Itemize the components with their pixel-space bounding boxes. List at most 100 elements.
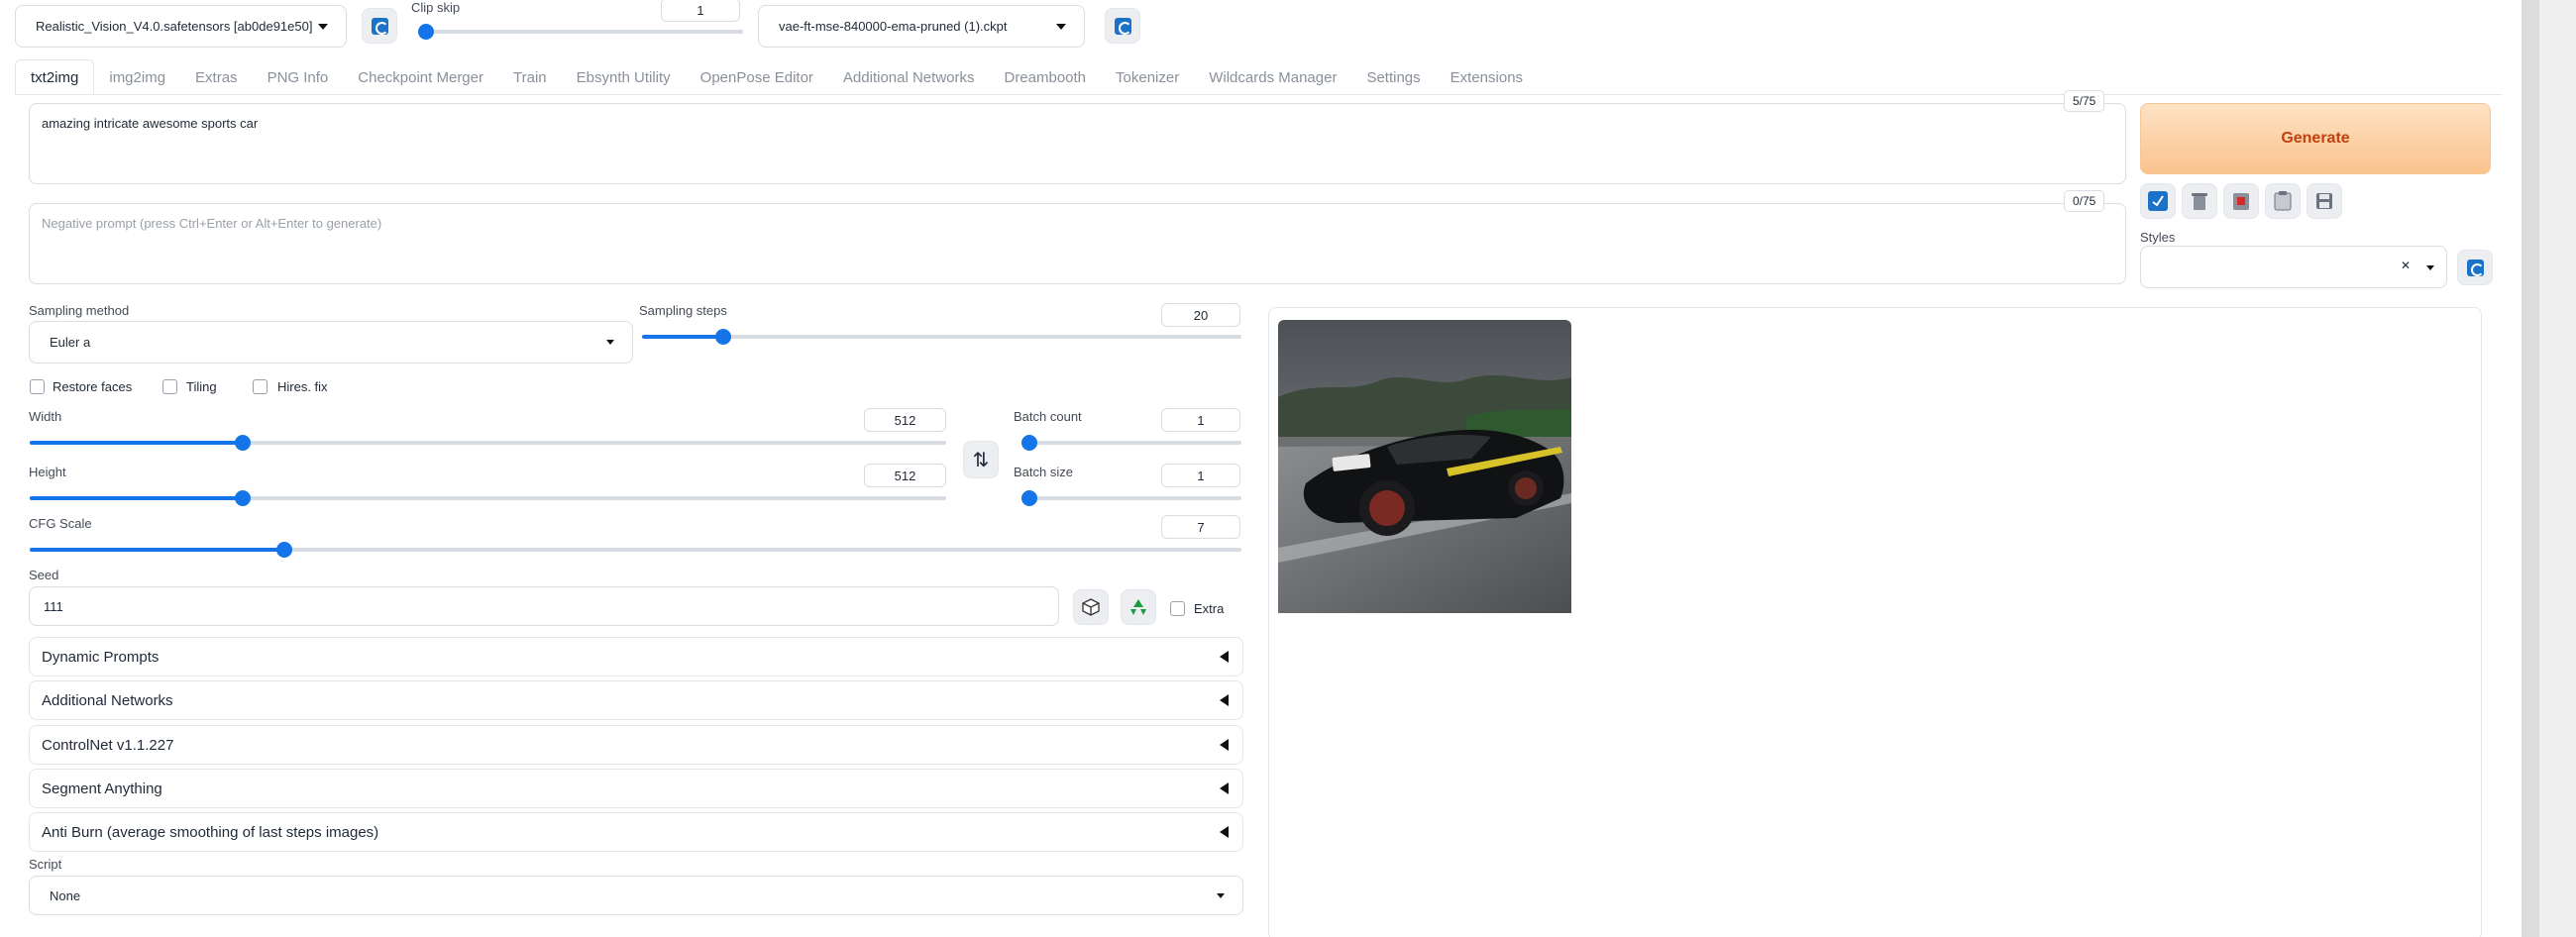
accordion-controlnet[interactable]: ControlNet v1.1.227 bbox=[29, 725, 1243, 765]
sampling-steps-input[interactable]: 20 bbox=[1161, 303, 1240, 327]
page-scrollbar[interactable] bbox=[2522, 0, 2539, 937]
script-dropdown[interactable]: None bbox=[29, 876, 1243, 915]
accordion-label: Anti Burn (average smoothing of last ste… bbox=[42, 823, 379, 841]
tab-tokenizer[interactable]: Tokenizer bbox=[1101, 59, 1194, 95]
prompt-text: amazing intricate awesome sports car bbox=[42, 116, 259, 131]
tab-extras[interactable]: Extras bbox=[180, 59, 253, 95]
tab-checkpoint-merger[interactable]: Checkpoint Merger bbox=[343, 59, 498, 95]
collapse-triangle-icon bbox=[1220, 694, 1229, 706]
main-tabs: txt2img img2img Extras PNG Info Checkpoint M… bbox=[15, 59, 1538, 95]
style-clipboard-icon bbox=[2233, 193, 2249, 210]
clip-skip-slider-thumb[interactable] bbox=[418, 24, 434, 40]
checkpoint-dropdown[interactable]: Realistic_Vision_V4.0.safetensors [ab0de… bbox=[15, 5, 347, 48]
seed-input[interactable]: 111 bbox=[29, 586, 1059, 626]
vae-dropdown[interactable]: vae-ft-mse-840000-ema-pruned (1).ckpt bbox=[758, 5, 1085, 48]
tab-img2img[interactable]: img2img bbox=[94, 59, 180, 95]
show-extra-networks-button[interactable] bbox=[2140, 183, 2176, 219]
tiling-checkbox[interactable] bbox=[162, 379, 177, 394]
collapse-triangle-icon bbox=[1220, 651, 1229, 663]
accordion-additional-networks[interactable]: Additional Networks bbox=[29, 680, 1243, 720]
tab-wildcards-manager[interactable]: Wildcards Manager bbox=[1194, 59, 1351, 95]
output-gallery bbox=[1268, 307, 2482, 937]
refresh-icon bbox=[2466, 259, 2484, 276]
reuse-seed-button[interactable] bbox=[1121, 589, 1156, 625]
dice-icon bbox=[1082, 598, 1100, 616]
sampling-method-value: Euler a bbox=[50, 335, 91, 350]
batch-size-slider[interactable] bbox=[1021, 490, 1241, 506]
checkpoint-value: Realistic_Vision_V4.0.safetensors [ab0de… bbox=[36, 19, 313, 34]
tab-additional-networks[interactable]: Additional Networks bbox=[828, 59, 990, 95]
clip-skip-input[interactable]: 1 bbox=[661, 0, 740, 22]
clip-skip-slider[interactable] bbox=[418, 24, 743, 40]
tab-settings[interactable]: Settings bbox=[1351, 59, 1435, 95]
clear-prompt-button[interactable] bbox=[2182, 183, 2217, 219]
sampling-steps-slider-thumb[interactable] bbox=[714, 329, 731, 345]
negative-prompt-token-counter: 0/75 bbox=[2064, 190, 2105, 212]
batch-size-slider-thumb[interactable] bbox=[1021, 490, 1037, 506]
tab-png-info[interactable]: PNG Info bbox=[253, 59, 344, 95]
width-slider-thumb[interactable] bbox=[234, 435, 251, 451]
cfg-scale-slider-thumb[interactable] bbox=[275, 542, 292, 558]
clip-skip-label: Clip skip bbox=[411, 0, 461, 15]
apply-style-button[interactable] bbox=[2223, 183, 2259, 219]
height-input[interactable]: 512 bbox=[864, 464, 946, 487]
seed-label: Seed bbox=[29, 568, 59, 582]
width-input[interactable]: 512 bbox=[864, 408, 946, 432]
prompt-input[interactable]: amazing intricate awesome sports car bbox=[29, 103, 2126, 184]
collapse-triangle-icon bbox=[1220, 782, 1229, 794]
sampling-method-dropdown[interactable]: Euler a bbox=[29, 321, 633, 364]
height-slider-thumb[interactable] bbox=[234, 490, 251, 506]
refresh-styles-button[interactable] bbox=[2457, 250, 2493, 285]
batch-size-label: Batch size bbox=[1014, 465, 1073, 479]
accordion-dynamic-prompts[interactable]: Dynamic Prompts bbox=[29, 637, 1243, 677]
hires-fix-checkbox[interactable] bbox=[253, 379, 268, 394]
refresh-checkpoints-button[interactable] bbox=[362, 8, 397, 44]
recycle-icon bbox=[1130, 599, 1146, 615]
height-slider[interactable] bbox=[30, 490, 946, 506]
batch-size-input[interactable]: 1 bbox=[1161, 464, 1240, 487]
sampling-steps-slider[interactable] bbox=[642, 329, 1241, 345]
batch-count-slider[interactable] bbox=[1021, 435, 1241, 451]
restore-faces-checkbox[interactable] bbox=[30, 379, 45, 394]
tab-extensions[interactable]: Extensions bbox=[1436, 59, 1538, 95]
generated-image[interactable] bbox=[1278, 320, 1571, 613]
swap-dimensions-button[interactable]: ⇅ bbox=[963, 441, 999, 478]
seed-extra-checkbox[interactable] bbox=[1170, 601, 1185, 616]
negative-prompt-input[interactable]: Negative prompt (press Ctrl+Enter or Alt… bbox=[29, 203, 2126, 284]
chevron-down-icon bbox=[1217, 893, 1225, 898]
prompt-token-counter: 5/75 bbox=[2064, 90, 2105, 112]
clear-styles-icon[interactable]: ✕ bbox=[2401, 259, 2411, 272]
collapse-triangle-icon bbox=[1220, 826, 1229, 838]
width-slider[interactable] bbox=[30, 435, 946, 451]
script-value: None bbox=[50, 887, 81, 903]
cfg-scale-slider[interactable] bbox=[30, 542, 1241, 558]
seed-value: 111 bbox=[44, 598, 63, 614]
save-style-button[interactable] bbox=[2307, 183, 2342, 219]
clipboard-icon bbox=[2274, 191, 2292, 211]
hires-fix-label: Hires. fix bbox=[277, 379, 328, 394]
seed-extra-label: Extra bbox=[1194, 601, 1225, 616]
cfg-scale-input[interactable]: 7 bbox=[1161, 515, 1240, 539]
accordion-segment-anything[interactable]: Segment Anything bbox=[29, 769, 1243, 808]
cfg-scale-label: CFG Scale bbox=[29, 516, 92, 531]
paste-styles-button[interactable] bbox=[2265, 183, 2301, 219]
batch-count-label: Batch count bbox=[1014, 409, 1082, 424]
accordion-anti-burn[interactable]: Anti Burn (average smoothing of last ste… bbox=[29, 812, 1243, 852]
tab-txt2img[interactable]: txt2img bbox=[15, 59, 95, 95]
generate-button[interactable]: Generate bbox=[2140, 103, 2491, 174]
refresh-vae-button[interactable] bbox=[1105, 8, 1140, 44]
tab-dreambooth[interactable]: Dreambooth bbox=[989, 59, 1101, 95]
checkmark-icon bbox=[2148, 191, 2168, 211]
accordion-label: Additional Networks bbox=[42, 691, 173, 709]
restore-faces-label: Restore faces bbox=[53, 379, 133, 394]
floppy-icon bbox=[2316, 193, 2332, 209]
tab-train[interactable]: Train bbox=[498, 59, 562, 95]
chevron-down-icon bbox=[1056, 24, 1066, 30]
styles-label: Styles bbox=[2140, 230, 2176, 245]
styles-dropdown[interactable]: ✕ bbox=[2140, 246, 2447, 288]
random-seed-button[interactable] bbox=[1073, 589, 1109, 625]
batch-count-input[interactable]: 1 bbox=[1161, 408, 1240, 432]
tab-ebsynth-utility[interactable]: Ebsynth Utility bbox=[562, 59, 686, 95]
tab-openpose-editor[interactable]: OpenPose Editor bbox=[686, 59, 828, 95]
batch-count-slider-thumb[interactable] bbox=[1021, 435, 1037, 451]
